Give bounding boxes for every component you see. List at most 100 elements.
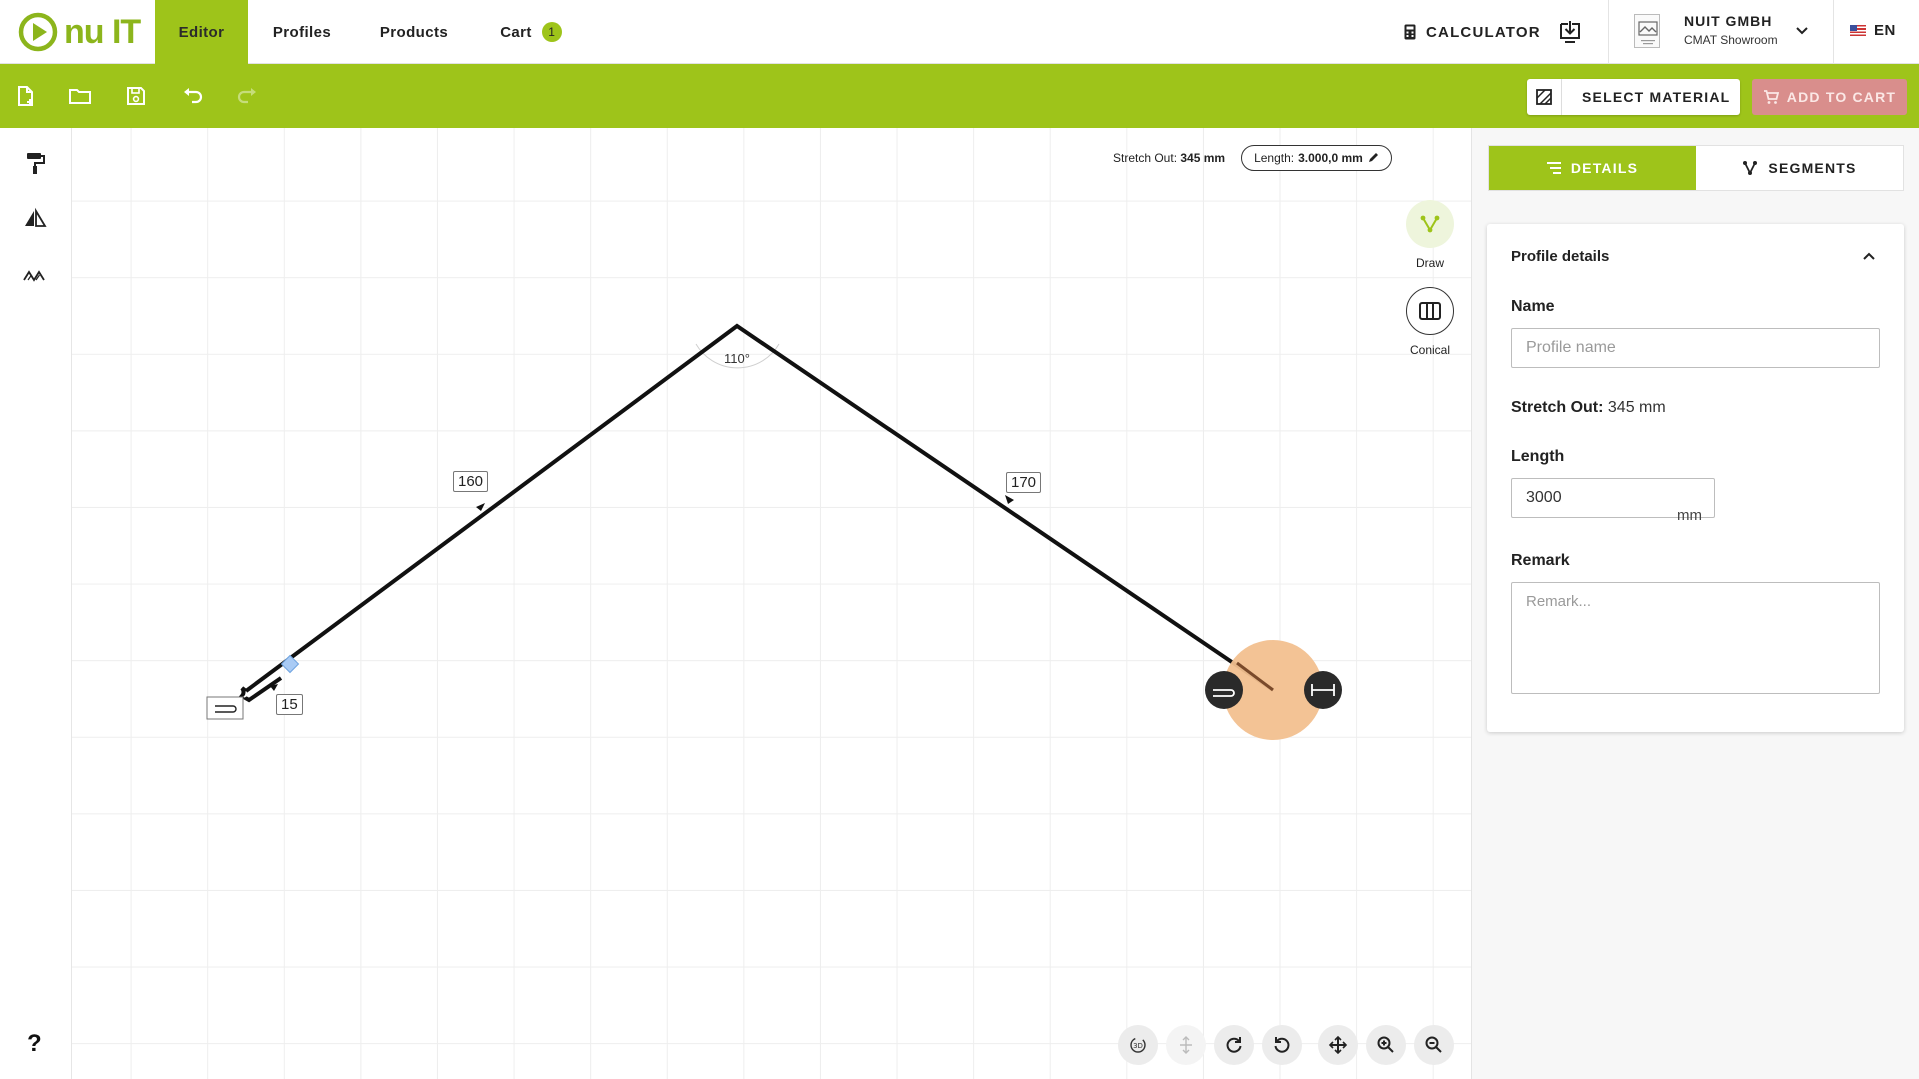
stretch-out-value: 345 mm [1607,399,1666,416]
conical-columns-icon [1419,302,1441,320]
redo-button[interactable] [236,84,260,108]
nav-tab-editor[interactable]: Editor [155,0,248,64]
svg-text:3D: 3D [1133,1042,1143,1050]
material-pattern-icon [1536,89,1552,105]
3d-view-icon: 3D [1130,1037,1146,1053]
mirror-icon[interactable] [22,206,48,232]
conical-mode-label: Conical [1409,343,1451,357]
open-folder-icon [69,89,91,104]
tab-details[interactable]: DETAILS [1489,146,1696,190]
zoom-out-icon [1425,1036,1442,1053]
bend-angle-label[interactable]: 110° [724,351,750,366]
stretch-out-info-label: Stretch Out: [1113,151,1178,165]
import-export-button[interactable] [1556,18,1584,46]
nav-separator [1833,0,1834,64]
add-to-cart-label: ADD TO CART [1786,89,1897,105]
length-unit: mm [1677,507,1702,524]
nav-tab-cart[interactable]: Cart 1 [476,0,586,64]
calculator-label: CALCULATOR [1426,23,1541,41]
flip-button[interactable] [1166,1025,1206,1065]
nav-tab-products[interactable]: Products [363,0,465,64]
tab-segments[interactable]: SEGMENTS [1696,146,1903,190]
cart-count-badge: 1 [541,22,562,42]
tab-segments-label: SEGMENTS [1768,160,1857,176]
company-location: CMAT Showroom [1684,33,1778,47]
stretch-out-info: Stretch Out: 345 mm [1113,151,1225,165]
language-selector[interactable]: EN [1850,22,1896,39]
nav-tab-label: Editor [178,23,225,41]
length-edit-pill[interactable]: Length: 3.000,0 mm [1241,145,1392,171]
rotate-clockwise-icon [1226,1037,1242,1053]
nav-separator [1608,0,1609,64]
chevron-up-icon[interactable] [1861,248,1877,264]
tab-details-label: DETAILS [1570,160,1639,176]
calculator-icon [1404,24,1416,40]
segment-length-label[interactable]: 15 [276,694,303,715]
open-profile-button[interactable] [68,84,92,108]
panel-tabs: DETAILS SEGMENTS [1488,145,1904,191]
segment-length-label[interactable]: 160 [453,471,489,492]
app-logo[interactable]: nu IT [18,11,141,53]
nav-tab-label: Cart [500,23,532,41]
zoom-out-button[interactable] [1414,1025,1454,1065]
zoom-in-icon [1377,1036,1394,1053]
flip-icon [1180,1036,1192,1054]
select-material-label: SELECT MATERIAL [1582,89,1731,105]
3d-view-button[interactable]: 3D [1118,1025,1158,1065]
new-profile-button[interactable] [13,84,37,108]
paint-roller-icon[interactable] [22,150,48,176]
drawing-canvas[interactable]: 160 170 15 110° [72,128,1471,1079]
help-button[interactable]: ? [27,1030,42,1058]
profile-line[interactable] [244,323,1275,693]
nav-tab-label: Products [379,23,449,41]
cart-icon [1763,90,1779,104]
draw-mode-label: Draw [1415,256,1444,270]
remark-textarea[interactable] [1511,582,1880,694]
length-pill-label: Length: [1254,151,1295,165]
segments-icon [1743,161,1758,176]
zoom-in-button[interactable] [1366,1025,1406,1065]
profile-info-bar: Stretch Out: 345 mm Length: 3.000,0 mm [1113,145,1392,171]
pan-button[interactable] [1318,1025,1358,1065]
segment-selection-marker[interactable] [280,654,300,674]
redo-icon [237,88,256,104]
segment-length-label[interactable]: 170 [1006,472,1042,493]
logo-text: nu IT [64,12,141,51]
save-profile-button[interactable] [124,84,148,108]
image-placeholder-icon [1638,21,1658,45]
draw-mode-button[interactable] [1406,200,1454,248]
segment-direction-arrow [1005,495,1014,504]
company-name[interactable]: NUIT GMBH [1684,13,1772,29]
save-icon [127,87,145,105]
draw-polyline-icon [1420,215,1440,233]
undo-button[interactable] [180,84,204,108]
profile-details-card: Profile details Name Stretch Out: 345 mm… [1487,224,1904,732]
logo-icon [18,12,58,52]
add-to-cart-button[interactable]: ADD TO CART [1752,79,1907,115]
profile-name-input[interactable] [1511,328,1880,368]
profile-drawing[interactable] [72,128,1471,1079]
start-hem-tool[interactable] [206,696,244,720]
company-logo-placeholder [1634,14,1660,48]
length-label: Length [1511,448,1565,465]
conical-mode-button[interactable] [1406,287,1454,335]
left-tool-column [0,128,72,1079]
new-file-icon [18,86,33,106]
select-material-button[interactable]: SELECT MATERIAL [1527,79,1740,115]
length-pill-value: 3.000,0 mm [1298,151,1363,165]
stretch-out-label: Stretch Out: [1511,399,1604,416]
language-label: EN [1874,22,1896,39]
stretch-out-summary: Stretch Out: 345 mm [1511,399,1666,417]
rotate-counterclockwise-button[interactable] [1262,1025,1302,1065]
stretch-out-info-value: 345 mm [1180,151,1226,165]
material-icon-wrap [1527,89,1561,105]
pencil-icon [1368,153,1378,162]
remark-label: Remark [1511,552,1570,569]
us-flag-icon [1850,25,1866,36]
calculator-button[interactable]: CALCULATOR [1404,20,1541,44]
nav-tab-profiles[interactable]: Profiles [253,0,351,64]
multiple-profiles-icon[interactable] [22,262,48,288]
rotate-clockwise-button[interactable] [1214,1025,1254,1065]
chevron-down-icon[interactable] [1794,22,1810,38]
undo-icon [184,88,203,104]
